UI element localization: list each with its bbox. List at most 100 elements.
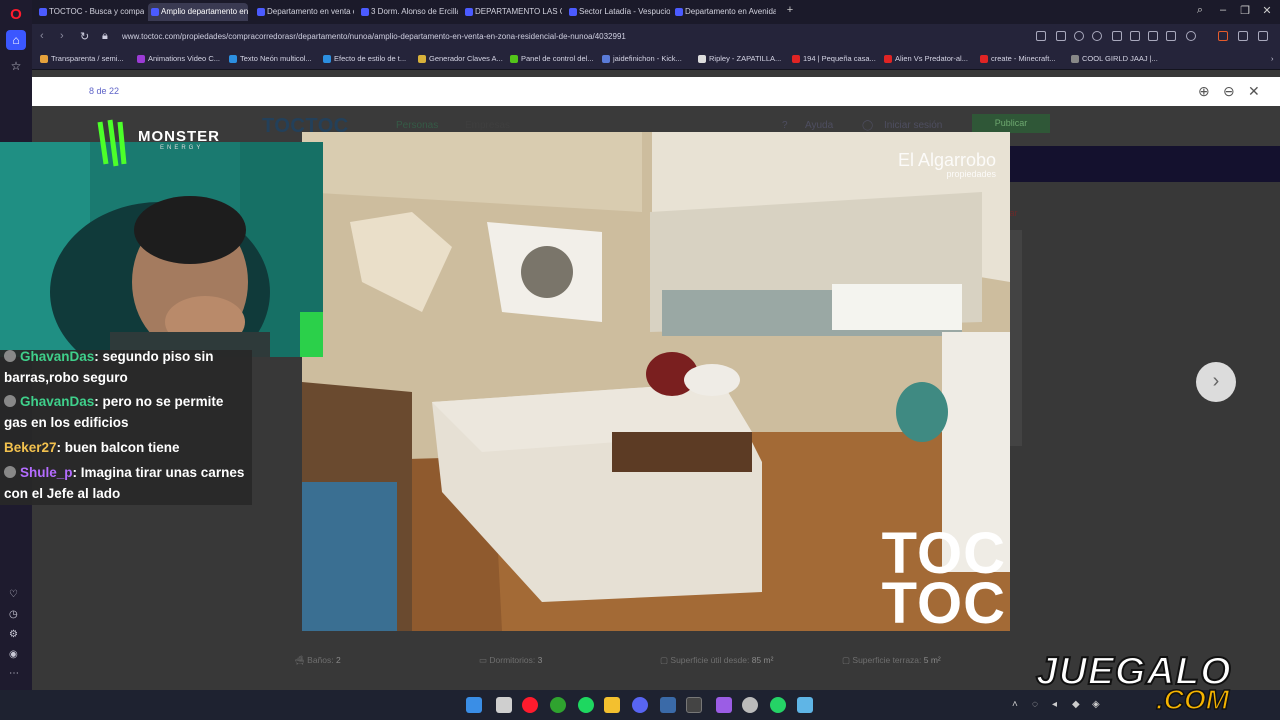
contact-panel bbox=[1010, 230, 1022, 446]
history-icon[interactable]: ◷ bbox=[9, 609, 18, 620]
close-window-icon[interactable]: ✕ bbox=[1259, 4, 1275, 17]
bookmark-favicon-icon bbox=[980, 55, 988, 63]
tab-active[interactable]: Amplio departamento en bbox=[148, 3, 248, 21]
spec-usable-area: ▢ Superficie útil desde: 85 m² bbox=[660, 655, 774, 665]
url-field[interactable]: www.toctoc.com/propiedades/compracorredo… bbox=[122, 32, 626, 41]
tab[interactable]: Departamento en Avenida bbox=[672, 3, 776, 21]
bookmark-favicon-icon bbox=[698, 55, 706, 63]
app-icon[interactable] bbox=[716, 697, 732, 713]
bookmark-favicon-icon bbox=[510, 55, 518, 63]
settings-gear-icon[interactable]: ⚙ bbox=[9, 629, 18, 640]
back-icon[interactable]: ‹ bbox=[40, 30, 44, 42]
opera-taskbar-icon[interactable] bbox=[522, 697, 538, 713]
tips-bulb-icon[interactable]: ◉ bbox=[9, 649, 18, 660]
bookmark[interactable]: Ripley - ZAPATILLA... bbox=[698, 54, 781, 63]
forward-icon[interactable]: › bbox=[60, 30, 64, 42]
photo-counter: 8 de 22 bbox=[89, 86, 120, 96]
search-tabs-icon[interactable]: ⌕ bbox=[1192, 4, 1208, 17]
discord-icon[interactable] bbox=[632, 697, 648, 713]
bookmarks-overflow-icon[interactable]: › bbox=[1260, 54, 1274, 63]
next-photo-button[interactable]: › bbox=[1196, 362, 1236, 402]
toctoc-favicon-icon bbox=[39, 8, 47, 16]
toctoc-favicon-icon bbox=[257, 8, 265, 16]
tab[interactable]: Sector Latadía - Vespucio bbox=[566, 3, 670, 21]
file-explorer-icon[interactable] bbox=[604, 697, 620, 713]
zoom-out-icon[interactable]: ⊖ bbox=[1223, 83, 1235, 100]
tab-bar: TOCTOC - Busca y compa Amplio departamen… bbox=[32, 0, 1280, 24]
whatsapp-icon[interactable] bbox=[770, 697, 786, 713]
share-icon[interactable] bbox=[1166, 31, 1176, 41]
bookmark[interactable]: create - Minecraft... bbox=[980, 54, 1056, 63]
start-icon[interactable] bbox=[466, 697, 482, 713]
chat-badge-icon bbox=[4, 350, 16, 362]
edit-icon[interactable] bbox=[1056, 31, 1066, 41]
chat-message: Beker27: buen balcon tiene bbox=[4, 440, 180, 455]
steam-icon[interactable] bbox=[660, 697, 676, 713]
bookmark[interactable]: Texto Neón multicol... bbox=[229, 54, 312, 63]
opera-logo-icon[interactable]: O bbox=[6, 4, 26, 24]
extension-icon[interactable] bbox=[1036, 31, 1046, 41]
nav-personas[interactable]: Personas bbox=[396, 120, 438, 131]
ext-orange-icon[interactable] bbox=[1218, 31, 1228, 41]
bookmark[interactable]: COOL GIRLD JAAJ |... bbox=[1071, 54, 1158, 63]
ext-grid-icon[interactable] bbox=[1238, 31, 1248, 41]
xbox-icon[interactable] bbox=[550, 697, 566, 713]
user-icon[interactable]: ◯ bbox=[862, 120, 873, 131]
bookmark[interactable]: Efecto de estilo de t... bbox=[323, 54, 406, 63]
obs-icon[interactable] bbox=[686, 697, 702, 713]
bookmark[interactable]: Generador Claves A... bbox=[418, 54, 503, 63]
bookmark-favicon-icon bbox=[792, 55, 800, 63]
bookmark[interactable]: Animations Video C... bbox=[137, 54, 220, 63]
more-icon[interactable]: ⋯ bbox=[9, 668, 19, 679]
bookmark[interactable]: Panel de control del... bbox=[510, 54, 594, 63]
bookmark-favicon-icon bbox=[229, 55, 237, 63]
help-link[interactable]: Ayuda bbox=[805, 120, 833, 131]
bookmark[interactable]: 194 | Pequeña casa... bbox=[792, 54, 876, 63]
new-tab-button[interactable]: + bbox=[782, 4, 798, 16]
close-gallery-icon[interactable]: ✕ bbox=[1248, 83, 1260, 100]
minimize-icon[interactable]: – bbox=[1215, 4, 1231, 16]
spec-bathrooms: 🛁︎ Baños: 2 bbox=[294, 655, 341, 665]
tab[interactable]: 3 Dorm. Alonso de Ercilla bbox=[358, 3, 458, 21]
chat-badge-icon bbox=[4, 395, 16, 407]
camera-icon[interactable] bbox=[1074, 31, 1084, 41]
bookmark[interactable]: Transparenta / semi... bbox=[40, 54, 124, 63]
bookmark[interactable]: Alien Vs Predator-al... bbox=[884, 54, 968, 63]
tab[interactable]: TOCTOC - Busca y compa bbox=[36, 3, 144, 21]
vpn-icon[interactable] bbox=[1092, 31, 1102, 41]
tray-overflow-icon[interactable]: ˄ bbox=[1012, 699, 1018, 710]
profile-icon[interactable] bbox=[1186, 31, 1196, 41]
play-icon[interactable] bbox=[1112, 31, 1122, 41]
juegalo-watermark: JUEGALO .COM bbox=[1035, 649, 1232, 716]
bookmark-favicon-icon bbox=[1071, 55, 1079, 63]
notepad-icon[interactable] bbox=[797, 697, 813, 713]
heart-icon[interactable]: ♡ bbox=[9, 589, 18, 600]
publish-button[interactable]: Publicar bbox=[972, 114, 1050, 133]
spotify-icon[interactable] bbox=[578, 697, 594, 713]
task-view-icon[interactable] bbox=[496, 697, 512, 713]
lock-icon: 🔒︎ bbox=[102, 30, 108, 42]
bookmark-favicon-icon bbox=[137, 55, 145, 63]
chat-message: GhavanDas: pero no se permite gas en los… bbox=[4, 394, 224, 430]
bookmark[interactable]: jaidefinichon - Kick... bbox=[602, 54, 682, 63]
reload-icon[interactable]: ↻ bbox=[80, 30, 89, 43]
download-icon[interactable] bbox=[1148, 31, 1158, 41]
app-icon[interactable] bbox=[742, 697, 758, 713]
bookmark-favicon-icon bbox=[40, 55, 48, 63]
bookmark-favicon-icon bbox=[323, 55, 331, 63]
menu-icon[interactable] bbox=[1258, 31, 1268, 41]
tab[interactable]: Departamento en venta d bbox=[254, 3, 354, 21]
bookmark-favicon-icon bbox=[884, 55, 892, 63]
maximize-icon[interactable]: ❐ bbox=[1237, 4, 1253, 17]
heart-icon[interactable] bbox=[1130, 31, 1140, 41]
tab[interactable]: DEPARTAMENTO LAS CO bbox=[462, 3, 562, 21]
home-icon[interactable]: ⌂ bbox=[6, 30, 26, 50]
nav-empresas[interactable]: Empresas bbox=[465, 120, 510, 131]
toctoc-favicon-icon bbox=[675, 8, 683, 16]
help-icon[interactable]: ? bbox=[782, 120, 788, 131]
toctoc-favicon-icon bbox=[465, 8, 473, 16]
speed-dial-icon[interactable]: ☆ bbox=[6, 56, 26, 76]
zoom-in-icon[interactable]: ⊕ bbox=[1198, 83, 1210, 100]
login-link[interactable]: Iniciar sesión bbox=[884, 120, 942, 131]
property-photo: El Algarrobo propiedades TOC TOC bbox=[302, 132, 1010, 631]
